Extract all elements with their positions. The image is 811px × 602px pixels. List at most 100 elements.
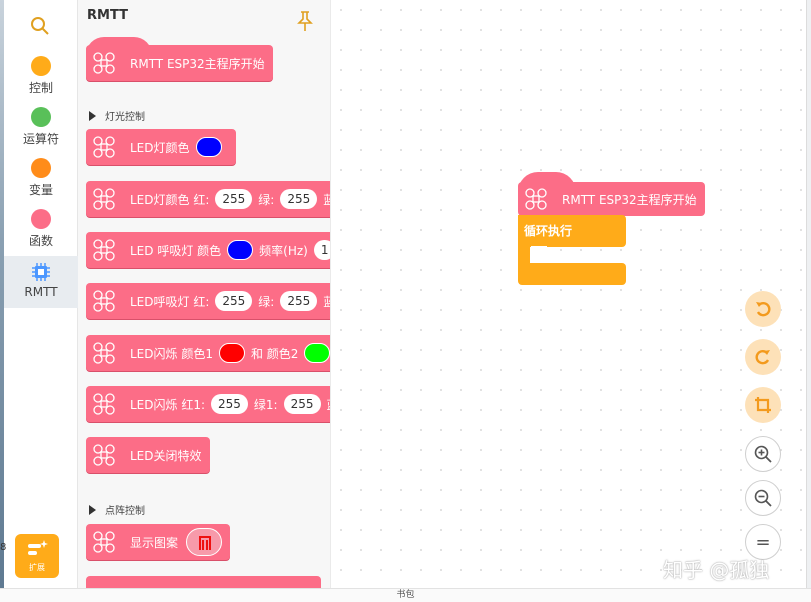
collapse-triangle-icon xyxy=(89,504,96,515)
green-input[interactable]: 255 xyxy=(283,394,321,414)
red-input[interactable]: 255 xyxy=(211,394,248,414)
loop-slot xyxy=(531,246,547,252)
category-variables[interactable]: 变量 xyxy=(4,158,78,208)
green-label: 绿: xyxy=(258,192,275,207)
drone-icon xyxy=(93,342,115,364)
matrix-pattern-icon xyxy=(199,536,212,550)
pin-icon[interactable] xyxy=(296,10,314,32)
crop-icon xyxy=(755,397,771,413)
block-label: LED关闭特效 xyxy=(130,448,202,463)
zoom-out-icon xyxy=(754,489,772,507)
workspace-loop-block[interactable]: 循环执行 xyxy=(518,215,626,247)
drone-icon xyxy=(93,290,115,312)
section-label: 灯光控制 xyxy=(105,112,145,123)
crop-button[interactable] xyxy=(745,387,781,423)
block-show-pattern[interactable]: 显示图案 xyxy=(86,524,231,560)
drone-icon xyxy=(93,52,115,74)
redo-button[interactable] xyxy=(745,339,781,375)
category-rmtt[interactable]: RMTT xyxy=(4,256,78,308)
block-label: LED闪烁 红1: xyxy=(130,397,206,412)
search-icon[interactable] xyxy=(28,14,52,38)
color-picker[interactable] xyxy=(218,343,245,363)
category-label: 控制 xyxy=(28,81,53,95)
block-breath-rgb[interactable]: LED呼吸灯 红: 255 绿: 255 蓝: xyxy=(86,283,330,319)
block-led-off[interactable]: LED关闭特效 xyxy=(86,437,210,473)
workspace-main-start-block[interactable]: RMTT ESP32主程序开始 xyxy=(518,172,705,216)
block-label: 显示图案 xyxy=(130,535,179,550)
category-dot xyxy=(31,209,51,229)
block-label: LED灯颜色 红: xyxy=(130,192,210,207)
block-blink-colors[interactable]: LED闪烁 颜色1 和 颜色2 xyxy=(86,335,330,371)
workspace-canvas[interactable]: RMTT ESP32主程序开始 循环执行 = xyxy=(330,0,811,588)
block-led-color[interactable]: LED灯颜色 xyxy=(86,129,236,165)
undo-icon xyxy=(756,302,771,317)
drone-icon xyxy=(93,188,115,210)
green-input[interactable]: 255 xyxy=(280,189,318,209)
frequency-input[interactable]: 1 xyxy=(313,240,330,260)
color-picker[interactable] xyxy=(304,343,330,363)
loop-label: 循环执行 xyxy=(524,224,573,238)
block-label: LED 呼吸灯 颜色 xyxy=(130,243,222,258)
block-next-partial[interactable] xyxy=(86,576,321,588)
zoom-in-button[interactable] xyxy=(745,436,781,472)
blue-label: 蓝: xyxy=(323,192,330,207)
reset-zoom-icon: = xyxy=(755,531,771,553)
drone-icon xyxy=(93,444,115,466)
block-label: LED闪烁 颜色1 xyxy=(130,346,213,361)
redo-icon xyxy=(755,350,770,365)
frequency-label: 频率(Hz) xyxy=(259,243,308,258)
chip-icon xyxy=(32,263,50,281)
backpack-label: 书包 xyxy=(396,590,415,600)
watermark: 知乎 @孤独 xyxy=(663,558,770,582)
undo-button[interactable] xyxy=(745,291,781,327)
scrollbar[interactable] xyxy=(806,0,811,588)
category-label: 函数 xyxy=(28,234,53,248)
block-blink-rgb[interactable]: LED闪烁 红1: 255 绿1: 255 蓝 xyxy=(86,386,330,422)
backpack-bar[interactable]: 书包 xyxy=(0,588,811,602)
block-label: LED呼吸灯 红: xyxy=(130,294,210,309)
drone-icon xyxy=(93,531,115,553)
loop-arm xyxy=(518,246,530,264)
color-picker[interactable] xyxy=(227,240,254,260)
category-dot xyxy=(31,158,51,178)
block-main-start[interactable]: RMTT ESP32主程序开始 xyxy=(86,37,273,81)
category-dot xyxy=(31,107,51,127)
extension-label: 扩展 xyxy=(29,563,45,572)
block-label: LED灯颜色 xyxy=(130,140,190,155)
zoom-out-button[interactable] xyxy=(745,480,781,516)
pattern-picker[interactable] xyxy=(186,528,223,556)
category-sidebar: 控制 运算符 变量 函数 RMTT 扩展 xyxy=(4,0,78,588)
extension-button[interactable]: 扩展 xyxy=(15,534,59,578)
drone-icon xyxy=(525,188,547,210)
category-dot xyxy=(31,56,51,76)
section-label: 点阵控制 xyxy=(105,506,145,517)
color-picker[interactable] xyxy=(195,137,222,157)
red-input[interactable]: 255 xyxy=(215,189,253,209)
block-label: RMTT ESP32主程序开始 xyxy=(562,192,697,207)
green-label: 绿1: xyxy=(253,397,278,412)
collapse-triangle-icon xyxy=(89,110,96,121)
section-matrix-control[interactable]: 点阵控制 xyxy=(89,502,145,517)
category-label: RMTT xyxy=(24,285,58,299)
loop-bottom xyxy=(518,263,626,285)
drone-icon xyxy=(93,136,115,158)
category-label: 变量 xyxy=(28,183,53,197)
green-input[interactable]: 255 xyxy=(280,291,318,311)
zoom-in-icon xyxy=(754,445,772,463)
block-breath-color[interactable]: LED 呼吸灯 颜色 频率(Hz) 1 xyxy=(86,232,330,268)
green-label: 绿: xyxy=(258,294,275,309)
extension-icon xyxy=(28,540,48,555)
category-label: 运算符 xyxy=(22,132,59,146)
block-palette: RMTT RMTT ESP32主程序开始 灯光控制 LED灯颜色 LED灯颜色 … xyxy=(78,0,330,588)
and-color-label: 和 颜色2 xyxy=(250,346,299,361)
drone-icon xyxy=(93,393,115,415)
category-control[interactable]: 控制 xyxy=(4,56,78,106)
block-label: RMTT ESP32主程序开始 xyxy=(130,56,265,71)
section-light-control[interactable]: 灯光控制 xyxy=(89,108,145,123)
category-functions[interactable]: 函数 xyxy=(4,209,78,259)
palette-title: RMTT xyxy=(87,8,128,23)
edge-mark: 8 xyxy=(0,542,7,553)
block-led-rgb[interactable]: LED灯颜色 红: 255 绿: 255 蓝: xyxy=(86,181,330,217)
category-operators[interactable]: 运算符 xyxy=(4,107,78,157)
red-input[interactable]: 255 xyxy=(215,291,253,311)
